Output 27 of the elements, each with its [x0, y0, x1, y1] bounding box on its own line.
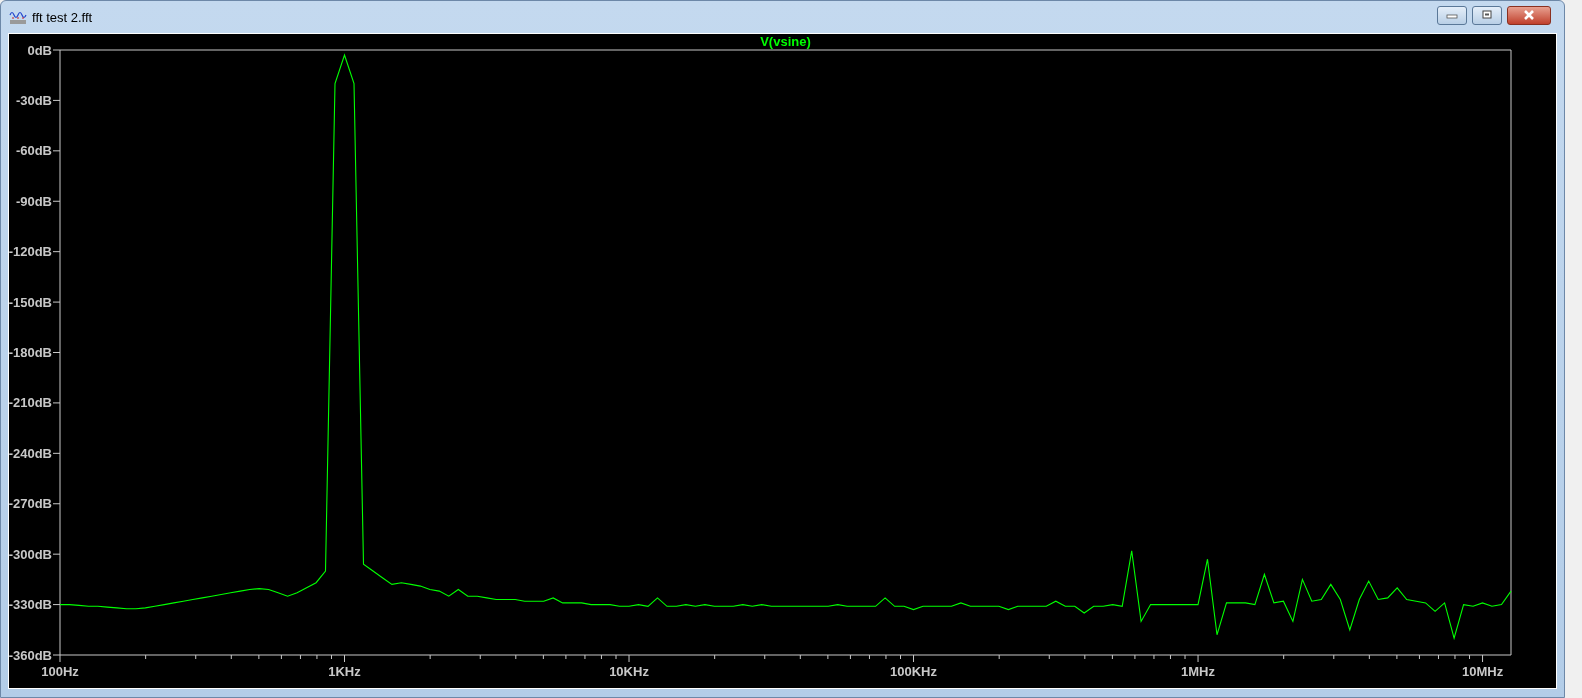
x-axis-label: 1KHz: [328, 664, 361, 679]
y-axis-label: -30dB: [15, 92, 52, 108]
x-axis-label: 10KHz: [609, 664, 649, 679]
trace-name: V(vsine): [760, 34, 811, 49]
restore-button[interactable]: [1472, 5, 1502, 25]
x-axis-label: 10MHz: [1461, 664, 1504, 679]
y-axis-label: 0dB: [27, 42, 52, 58]
close-button[interactable]: [1507, 5, 1551, 25]
x-axis-label: 100KHz: [890, 664, 937, 679]
y-axis-label: -240dB: [9, 445, 52, 461]
y-axis-label: -360dB: [9, 647, 52, 663]
y-axis-label: -150dB: [9, 294, 52, 310]
y-axis-label: -120dB: [9, 244, 52, 260]
y-axis-label: -60dB: [15, 143, 52, 159]
y-axis-label: -210dB: [9, 395, 52, 411]
x-axis-label: 100Hz: [41, 664, 79, 679]
y-axis-label: -300dB: [9, 546, 52, 562]
close-icon: [1522, 10, 1536, 20]
window-title: fft test 2.fft: [32, 9, 93, 25]
y-axis-label: -90dB: [15, 193, 52, 209]
restore-icon: [1480, 10, 1494, 20]
minimize-button[interactable]: [1437, 5, 1467, 25]
y-axis-label: -330dB: [9, 597, 52, 613]
x-axis-label: 1MHz: [1181, 664, 1215, 679]
y-axis-label: -270dB: [9, 496, 52, 512]
waveform-icon: [9, 9, 27, 25]
y-axis-label: -180dB: [9, 345, 52, 360]
